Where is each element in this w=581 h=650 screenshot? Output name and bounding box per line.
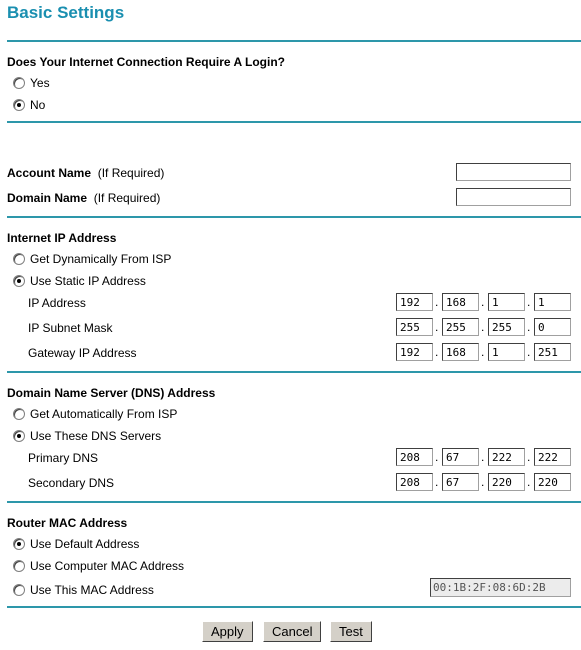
octet-separator: . bbox=[481, 450, 485, 464]
mac-heading: Router MAC Address bbox=[7, 516, 128, 530]
login-yes-label: Yes bbox=[30, 76, 50, 90]
octet-separator: . bbox=[481, 475, 485, 489]
subnet-mask-label: IP Subnet Mask bbox=[28, 321, 113, 335]
primary-dns-octet-4[interactable] bbox=[534, 448, 571, 466]
dns-manual-radio[interactable] bbox=[13, 430, 25, 442]
octet-separator: . bbox=[527, 475, 531, 489]
dns-auto-option[interactable]: Get Automatically From ISP bbox=[13, 407, 177, 421]
divider bbox=[7, 121, 581, 123]
gateway-octet-2[interactable] bbox=[442, 343, 479, 361]
login-question: Does Your Internet Connection Require A … bbox=[7, 55, 286, 69]
gateway-octet-1[interactable] bbox=[396, 343, 433, 361]
gateway-octet-3[interactable] bbox=[488, 343, 525, 361]
secondary-dns-octet-1[interactable] bbox=[396, 473, 433, 491]
gateway-octet-4[interactable] bbox=[534, 343, 571, 361]
dns-manual-option[interactable]: Use These DNS Servers bbox=[13, 429, 161, 443]
login-no-label: No bbox=[30, 98, 46, 112]
page-title: Basic Settings bbox=[7, 3, 125, 22]
account-name-text: Account Name bbox=[7, 166, 92, 180]
dns-auto-label: Get Automatically From ISP bbox=[30, 407, 178, 421]
login-no-radio[interactable] bbox=[13, 99, 25, 111]
ip-address-label: IP Address bbox=[28, 296, 86, 310]
mac-computer-option[interactable]: Use Computer MAC Address bbox=[13, 559, 184, 573]
dns-manual-label: Use These DNS Servers bbox=[30, 429, 162, 443]
dns-heading: Domain Name Server (DNS) Address bbox=[7, 386, 216, 400]
octet-separator: . bbox=[435, 320, 439, 334]
octet-separator: . bbox=[527, 450, 531, 464]
octet-separator: . bbox=[527, 345, 531, 359]
apply-button[interactable]: Apply bbox=[202, 621, 253, 642]
domain-name-label: Domain Name (If Required) bbox=[7, 191, 160, 205]
primary-dns-label: Primary DNS bbox=[28, 451, 99, 465]
ip-dynamic-radio[interactable] bbox=[13, 253, 25, 265]
login-yes-option[interactable]: Yes bbox=[13, 76, 50, 90]
if-required-note: (If Required) bbox=[97, 166, 165, 180]
if-required-note: (If Required) bbox=[93, 191, 161, 205]
secondary-dns-label: Secondary DNS bbox=[28, 476, 115, 490]
secondary-dns-octet-4[interactable] bbox=[534, 473, 571, 491]
mac-custom-option[interactable]: Use This MAC Address bbox=[13, 583, 154, 597]
subnet-mask-octet-1[interactable] bbox=[396, 318, 433, 336]
test-button[interactable]: Test bbox=[330, 621, 372, 642]
octet-separator: . bbox=[481, 345, 485, 359]
octet-separator: . bbox=[435, 475, 439, 489]
octet-separator: . bbox=[481, 295, 485, 309]
octet-separator: . bbox=[435, 450, 439, 464]
secondary-dns-octet-2[interactable] bbox=[442, 473, 479, 491]
divider bbox=[7, 216, 581, 218]
octet-separator: . bbox=[435, 345, 439, 359]
login-no-option[interactable]: No bbox=[13, 98, 45, 112]
mac-computer-radio[interactable] bbox=[13, 560, 25, 572]
primary-dns-octet-1[interactable] bbox=[396, 448, 433, 466]
mac-custom-radio[interactable] bbox=[13, 584, 25, 596]
secondary-dns-octet-3[interactable] bbox=[488, 473, 525, 491]
divider bbox=[7, 371, 581, 373]
octet-separator: . bbox=[435, 295, 439, 309]
primary-dns-octet-2[interactable] bbox=[442, 448, 479, 466]
mac-default-label: Use Default Address bbox=[30, 537, 140, 551]
domain-name-input[interactable] bbox=[456, 188, 571, 206]
dns-auto-radio[interactable] bbox=[13, 408, 25, 420]
domain-name-text: Domain Name bbox=[7, 191, 88, 205]
mac-custom-label: Use This MAC Address bbox=[30, 583, 154, 597]
ip-address-octet-1[interactable] bbox=[396, 293, 433, 311]
ip-static-label: Use Static IP Address bbox=[30, 274, 146, 288]
ip-dynamic-option[interactable]: Get Dynamically From ISP bbox=[13, 252, 171, 266]
ip-static-option[interactable]: Use Static IP Address bbox=[13, 274, 146, 288]
primary-dns-octet-3[interactable] bbox=[488, 448, 525, 466]
subnet-mask-octet-4[interactable] bbox=[534, 318, 571, 336]
mac-computer-label: Use Computer MAC Address bbox=[30, 559, 185, 573]
internet-ip-heading: Internet IP Address bbox=[7, 231, 117, 245]
octet-separator: . bbox=[481, 320, 485, 334]
subnet-mask-octet-2[interactable] bbox=[442, 318, 479, 336]
ip-static-radio[interactable] bbox=[13, 275, 25, 287]
divider bbox=[7, 40, 581, 42]
divider bbox=[7, 501, 581, 503]
subnet-mask-octet-3[interactable] bbox=[488, 318, 525, 336]
cancel-button[interactable]: Cancel bbox=[263, 621, 322, 642]
octet-separator: . bbox=[527, 295, 531, 309]
login-yes-radio[interactable] bbox=[13, 77, 25, 89]
ip-address-octet-2[interactable] bbox=[442, 293, 479, 311]
account-name-input[interactable] bbox=[456, 163, 571, 181]
gateway-label: Gateway IP Address bbox=[28, 346, 137, 360]
mac-default-option[interactable]: Use Default Address bbox=[13, 537, 139, 551]
mac-default-radio[interactable] bbox=[13, 538, 25, 550]
octet-separator: . bbox=[527, 320, 531, 334]
ip-address-octet-4[interactable] bbox=[534, 293, 571, 311]
mac-address-input[interactable] bbox=[430, 578, 571, 597]
account-name-label: Account Name (If Required) bbox=[7, 166, 164, 180]
ip-address-octet-3[interactable] bbox=[488, 293, 525, 311]
divider bbox=[7, 606, 581, 608]
ip-dynamic-label: Get Dynamically From ISP bbox=[30, 252, 172, 266]
